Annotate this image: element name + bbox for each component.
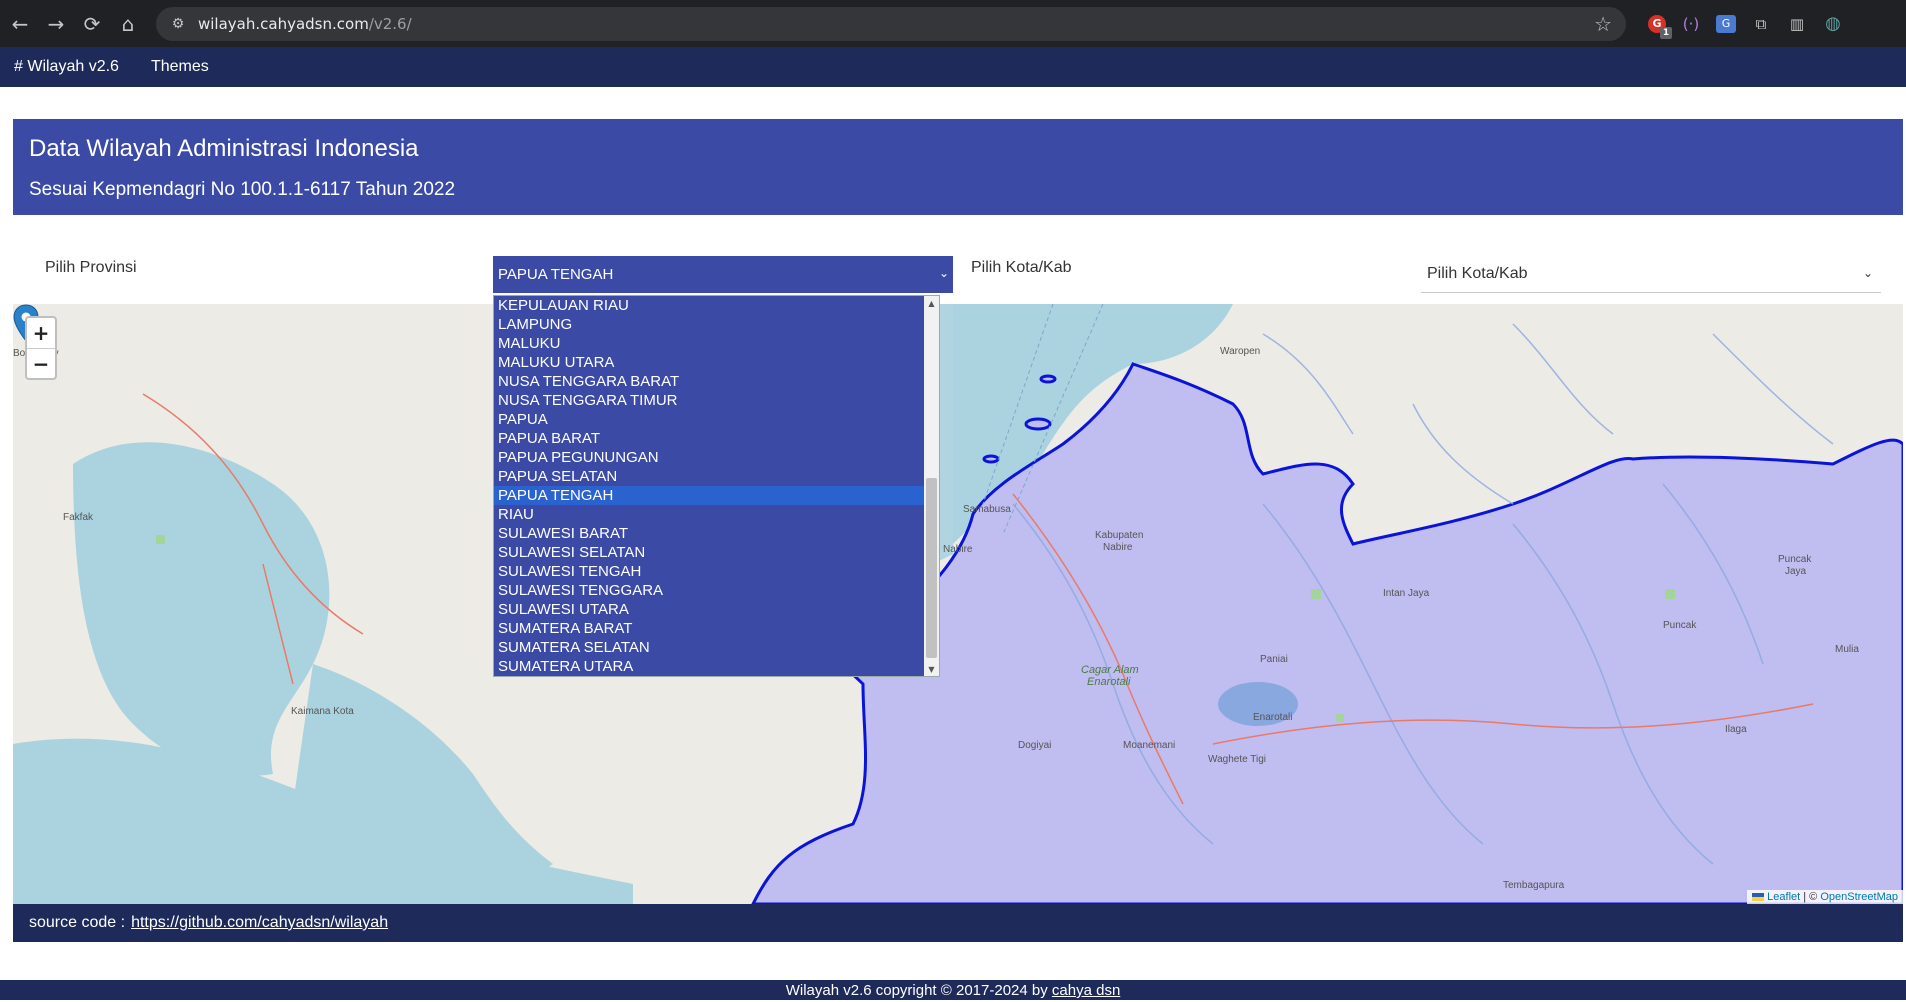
provinsi-option[interactable]: MALUKU: [494, 334, 924, 353]
provinsi-option[interactable]: PAPUA TENGAH: [494, 486, 924, 505]
side-panel-icon[interactable]: ▥: [1786, 13, 1808, 35]
zoom-out-button[interactable]: −: [27, 348, 55, 378]
map-label-fakfak: Fakfak: [63, 512, 94, 523]
scroll-down-icon[interactable]: ▼: [924, 662, 939, 676]
source-code-label: source code :: [29, 914, 126, 931]
provinsi-options: KEPULAUAN RIAU LAMPUNG MALUKU MALUKU UTARA N…: [494, 296, 924, 676]
provinsi-option[interactable]: KEPULAUAN RIAU: [494, 296, 924, 315]
kota-label: Pilih Kota/Kab: [971, 259, 1072, 276]
map-label-paniai: Paniai: [1260, 654, 1288, 665]
provinsi-option[interactable]: PAPUA PEGUNUNGAN: [494, 448, 924, 467]
copyright-bar: Wilayah v2.6 copyright © 2017-2024 by ca…: [0, 980, 1906, 1000]
provinsi-option[interactable]: NUSA TENGGARA BARAT: [494, 372, 924, 391]
scrollbar-thumb[interactable]: [926, 478, 937, 658]
zoom-in-button[interactable]: +: [27, 318, 55, 348]
map-label-waropen: Waropen: [1220, 346, 1261, 357]
map-label-cagar-alam-2: Enarotali: [1087, 676, 1131, 688]
url-host: wilayah.cahyadsn.com: [198, 14, 369, 33]
forward-icon[interactable]: →: [38, 6, 74, 42]
map-label-dogiyai: Dogiyai: [1018, 740, 1052, 751]
map-label-enarotali: Enarotali: [1253, 712, 1293, 723]
provinsi-option[interactable]: SULAWESI BARAT: [494, 524, 924, 543]
site-info-icon[interactable]: ⚙: [166, 12, 190, 36]
translate-extension-icon[interactable]: G: [1716, 14, 1736, 33]
provinsi-option[interactable]: SULAWESI TENGAH: [494, 562, 924, 581]
brand-link[interactable]: # Wilayah v2.6: [14, 58, 119, 76]
map-label-intan-jaya: Intan Jaya: [1383, 588, 1430, 599]
reload-icon[interactable]: ⟳: [74, 6, 110, 42]
address-bar[interactable]: ⚙ wilayah.cahyadsn.com/v2.6/ ☆: [156, 6, 1626, 41]
provinsi-option[interactable]: MALUKU UTARA: [494, 353, 924, 372]
ukraine-flag-icon: [1752, 893, 1765, 902]
browser-toolbar: ← → ⟳ ⌂ ⚙ wilayah.cahyadsn.com/v2.6/ ☆ G…: [0, 0, 1906, 47]
copyright-text: Wilayah v2.6 copyright © 2017-2024 by: [785, 982, 1048, 999]
map-label-nabire: Nabire: [943, 544, 973, 555]
map-label-mulia: Mulia: [1835, 644, 1859, 655]
attribution-separator: | ©: [1800, 891, 1821, 903]
chevron-down-icon: ⌄: [1862, 266, 1873, 280]
provinsi-option[interactable]: NUSA TENGGARA TIMUR: [494, 391, 924, 410]
chevron-down-icon: ⌄: [938, 266, 949, 280]
home-icon[interactable]: ⌂: [110, 6, 146, 42]
url-text[interactable]: wilayah.cahyadsn.com/v2.6/: [198, 15, 412, 33]
map-label-kaimana: Kaimana Kota: [291, 706, 354, 717]
provinsi-option[interactable]: SUMATERA SELATAN: [494, 638, 924, 657]
map-label-puncak-jaya-1: Puncak: [1778, 554, 1812, 565]
provinsi-option[interactable]: PAPUA: [494, 410, 924, 429]
provinsi-option[interactable]: RIAU: [494, 505, 924, 524]
map-label-cagar-alam-1: Cagar Alam: [1081, 664, 1139, 676]
map-label-ilaga: Ilaga: [1725, 724, 1747, 735]
zoom-control: + −: [25, 316, 57, 380]
extensions-area: G1 (·) G ⧉ ▥ ◍: [1648, 13, 1844, 39]
extensions-puzzle-icon[interactable]: ⧉: [1750, 13, 1772, 35]
provinsi-label: Pilih Provinsi: [45, 259, 137, 276]
dropdown-scrollbar[interactable]: ▲ ▼: [924, 296, 939, 676]
leaflet-link[interactable]: Leaflet: [1767, 891, 1800, 903]
provinsi-option[interactable]: PAPUA BARAT: [494, 429, 924, 448]
purple-extension-icon[interactable]: (·): [1680, 13, 1702, 35]
map-view[interactable]: Bomberay Fakfak Kaimana Kota Waropen Sam…: [13, 304, 1903, 904]
page-subtitle: Sesuai Kepmendagri No 100.1.1-6117 Tahun…: [29, 179, 456, 200]
bookmark-star-icon[interactable]: ☆: [1594, 12, 1612, 36]
map-label-moanemani: Moanemani: [1123, 740, 1176, 751]
provinsi-selected-value: PAPUA TENGAH: [498, 266, 614, 283]
provinsi-option[interactable]: SULAWESI TENGGARA: [494, 581, 924, 600]
page-header: Data Wilayah Administrasi Indonesia Sesu…: [13, 119, 1903, 215]
author-link[interactable]: cahya dsn: [1052, 982, 1120, 999]
map-label-kab-nabire-1: Kabupaten: [1095, 530, 1144, 541]
red-extension-icon[interactable]: G1: [1648, 14, 1672, 39]
kota-select[interactable]: Pilih Kota/Kab ⌄: [1421, 256, 1881, 293]
source-code-link[interactable]: https://github.com/cahyadsn/wilayah: [131, 914, 388, 932]
map-attribution: Leaflet | © OpenStreetMap: [1747, 890, 1903, 904]
profile-globe-icon[interactable]: ◍: [1822, 13, 1844, 35]
map-label-tembagapura: Tembagapura: [1503, 880, 1565, 891]
kota-selected-value: Pilih Kota/Kab: [1427, 265, 1528, 282]
provinsi-option[interactable]: SUMATERA BARAT: [494, 619, 924, 638]
provinsi-option[interactable]: SULAWESI UTARA: [494, 600, 924, 619]
url-path: /v2.6/: [368, 14, 412, 33]
map-label-samabusa: Samabusa: [963, 504, 1011, 515]
provinsi-option[interactable]: SULAWESI SELATAN: [494, 543, 924, 562]
scroll-up-icon[interactable]: ▲: [924, 296, 939, 310]
map-tiles: [13, 304, 1903, 904]
site-navbar: # Wilayah v2.6 Themes: [0, 47, 1906, 87]
map-label-puncak: Puncak: [1663, 620, 1697, 631]
selection-row: Pilih Provinsi PAPUA TENGAH ⌄ Pilih Kota…: [13, 215, 1903, 304]
back-icon[interactable]: ←: [2, 6, 38, 42]
map-label-kab-nabire-2: Nabire: [1103, 542, 1133, 553]
themes-menu[interactable]: Themes: [151, 58, 209, 76]
provinsi-option[interactable]: LAMPUNG: [494, 315, 924, 334]
provinsi-option[interactable]: PAPUA SELATAN: [494, 467, 924, 486]
extension-badge: 1: [1660, 26, 1672, 39]
provinsi-dropdown-list[interactable]: KEPULAUAN RIAU LAMPUNG MALUKU MALUKU UTARA N…: [493, 295, 940, 677]
source-code-bar: source code : https://github.com/cahyads…: [13, 904, 1903, 942]
map-label-puncak-jaya-2: Jaya: [1785, 566, 1807, 577]
map-label-waghete: Waghete Tigi: [1208, 754, 1266, 765]
provinsi-select[interactable]: PAPUA TENGAH ⌄: [493, 256, 953, 293]
openstreetmap-link[interactable]: OpenStreetMap: [1820, 891, 1898, 903]
provinsi-option[interactable]: SUMATERA UTARA: [494, 657, 924, 676]
page-title: Data Wilayah Administrasi Indonesia: [29, 135, 419, 162]
